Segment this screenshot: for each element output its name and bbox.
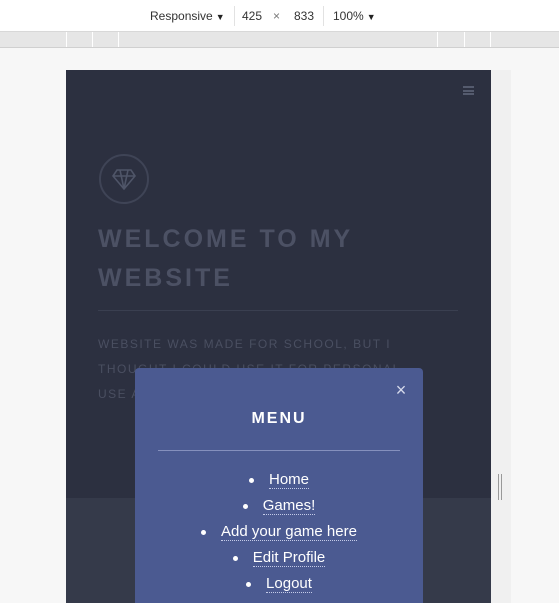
list-item: Add your game here (135, 522, 423, 548)
bullet-icon (248, 477, 254, 483)
list-item: Logout (135, 574, 423, 600)
menu-list: Home Games! Add your game here Edit Prof… (135, 470, 423, 600)
ruler-tick (464, 32, 465, 47)
list-item: Home (135, 470, 423, 496)
viewport-gutter (491, 70, 511, 603)
width-input[interactable]: 425 (242, 9, 262, 23)
menu-title: MENU (251, 410, 307, 427)
menu-divider (158, 450, 400, 451)
toolbar-divider (234, 6, 235, 26)
hamburger-icon[interactable] (463, 86, 474, 95)
menu-link-edit-profile[interactable]: Edit Profile (252, 549, 326, 567)
dimension-separator: × (273, 9, 281, 23)
list-item: Edit Profile (135, 548, 423, 574)
menu-link-add-game[interactable]: Add your game here (221, 523, 357, 541)
chevron-down-icon: ▼ (366, 12, 376, 22)
ruler-tick (490, 32, 491, 47)
menu-link-games[interactable]: Games! (262, 497, 316, 515)
chevron-down-icon: ▼ (215, 12, 225, 22)
ruler-tick (118, 32, 119, 47)
site-logo (99, 154, 149, 204)
device-select[interactable]: Responsive ▼ (150, 9, 225, 24)
menu-link-logout[interactable]: Logout (266, 575, 312, 593)
list-item: Games! (135, 496, 423, 522)
resize-handle[interactable] (498, 474, 502, 500)
device-select-label: Responsive (150, 9, 213, 23)
diamond-icon (112, 169, 136, 190)
height-input[interactable]: 833 (294, 9, 314, 23)
close-icon[interactable]: × (393, 381, 409, 399)
bullet-icon (232, 555, 238, 561)
bullet-icon (242, 503, 248, 509)
ruler-tick (437, 32, 438, 47)
bullet-icon (246, 581, 252, 587)
toolbar-divider (323, 6, 324, 26)
ruler-tick (92, 32, 93, 47)
menu-link-home[interactable]: Home (268, 471, 309, 489)
bullet-icon (201, 529, 207, 535)
hero-title: Welcome to my website (98, 225, 353, 292)
hero-divider (98, 310, 458, 311)
zoom-select-label: 100% (333, 9, 364, 23)
zoom-select[interactable]: 100% ▼ (333, 9, 376, 24)
device-toolbar: Responsive ▼ 425 × 833 100% ▼ (0, 0, 559, 32)
ruler-tick (66, 32, 67, 47)
menu-modal: × MENU Home Games! Add your game here Ed… (135, 368, 423, 603)
media-query-ruler[interactable] (0, 32, 559, 48)
